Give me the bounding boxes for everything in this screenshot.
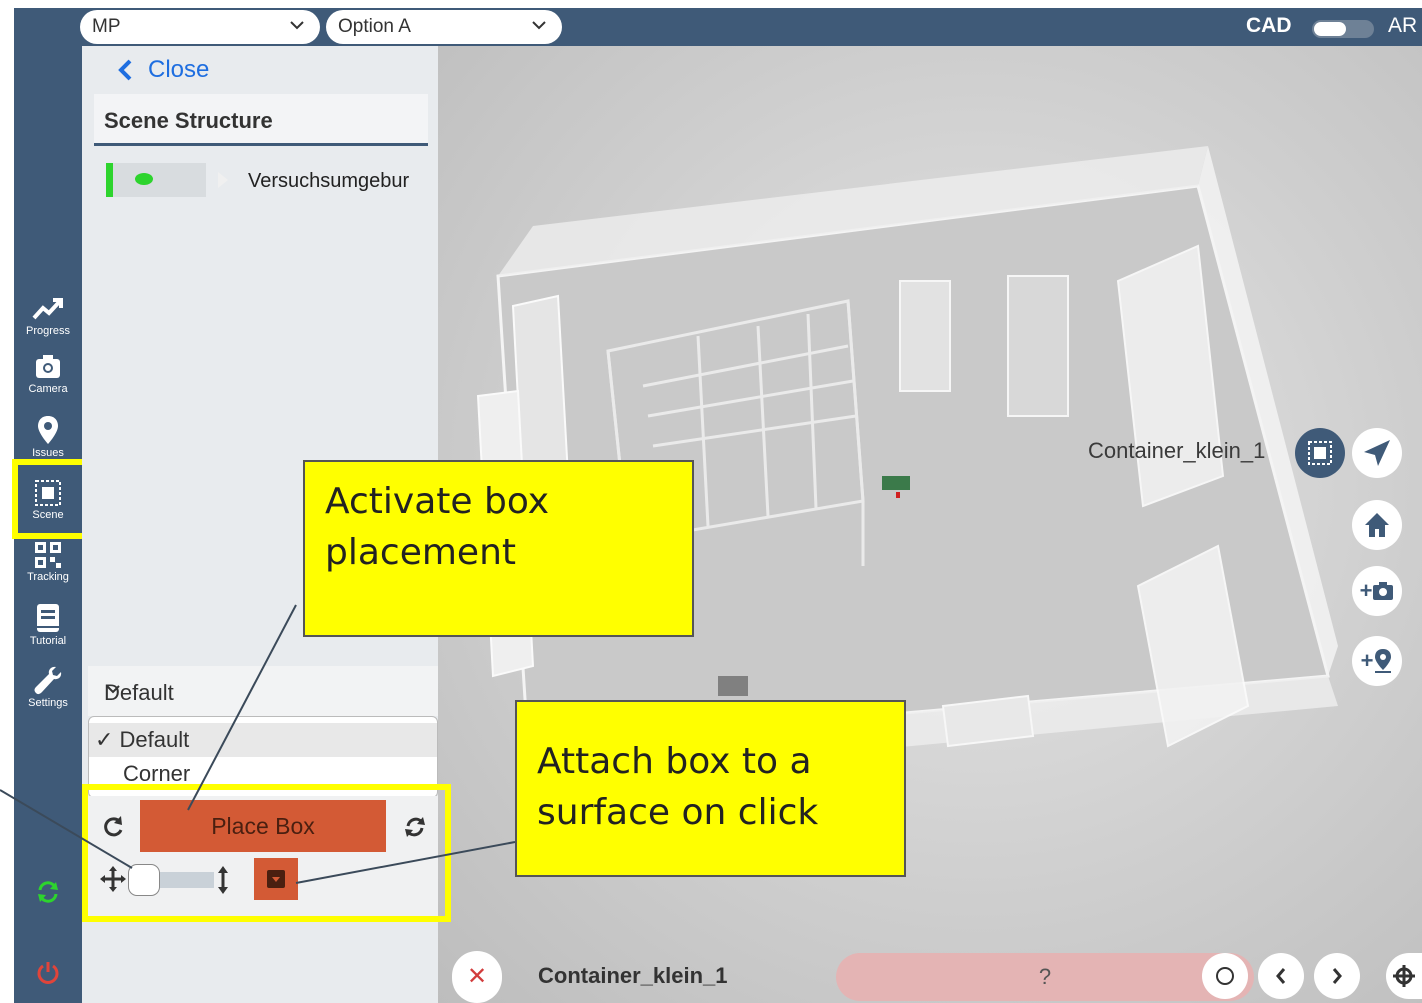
trend-up-icon xyxy=(32,298,63,320)
eye-icon xyxy=(135,173,153,185)
home-icon xyxy=(1365,513,1389,537)
chevron-right-icon xyxy=(1332,968,1342,984)
scene-box-icon xyxy=(1308,441,1332,465)
visibility-toggle[interactable] xyxy=(106,163,206,197)
previous-button[interactable] xyxy=(1258,953,1304,999)
circle-button[interactable] xyxy=(1202,953,1248,999)
scene-tree-item-label: Versuchsumgebur xyxy=(248,170,410,192)
chevron-left-icon xyxy=(1276,968,1286,984)
send-button[interactable] xyxy=(1352,428,1402,478)
close-icon: ✕ xyxy=(466,963,488,990)
model-select[interactable]: MP xyxy=(80,10,320,44)
wrench-icon xyxy=(34,666,62,695)
scene-object-button[interactable] xyxy=(1295,428,1345,478)
nav-label: Issues xyxy=(32,447,64,459)
home-button[interactable] xyxy=(1352,500,1402,550)
plus-label: + xyxy=(1359,578,1373,603)
panel-header: Scene Structure xyxy=(94,94,428,146)
map-pin-icon xyxy=(38,416,58,444)
box-controls-highlight-frame xyxy=(82,784,451,922)
plus-label: + xyxy=(1360,648,1374,673)
model-select-value: MP xyxy=(92,16,121,37)
close-label: Close xyxy=(148,56,210,83)
option-select[interactable]: Option A xyxy=(326,10,562,44)
scene-highlight-frame xyxy=(12,459,88,539)
circle-icon xyxy=(1216,967,1234,985)
chevron-down-icon xyxy=(288,16,306,39)
nav-label: Progress xyxy=(25,325,71,337)
paper-plane-icon xyxy=(1364,440,1390,466)
close-button[interactable]: Close xyxy=(116,56,209,84)
add-pin-button[interactable]: + xyxy=(1352,636,1402,686)
camera-icon xyxy=(36,355,60,378)
chevron-down-icon xyxy=(530,16,548,39)
nav-item-tracking[interactable]: Tracking xyxy=(14,540,82,583)
nav-label: Settings xyxy=(28,697,68,709)
bottom-bar: ✕ Container_klein_1 ? xyxy=(452,951,1422,1003)
book-icon xyxy=(37,604,59,632)
add-photo-button[interactable]: + xyxy=(1352,566,1402,616)
selected-object-name: Container_klein_1 xyxy=(538,963,728,988)
ar-mode-label: AR xyxy=(1388,14,1418,37)
callout-activate-box-placement: Activate box placement xyxy=(303,460,694,637)
locate-button[interactable] xyxy=(1386,953,1422,999)
placement-mode-select[interactable]: Default xyxy=(88,666,438,716)
cad-mode-label: CAD xyxy=(1246,14,1292,37)
map-pin-icon xyxy=(1375,649,1392,673)
callout-text-line: placement xyxy=(325,532,517,573)
callout-text-line: Activate box xyxy=(325,481,550,522)
chevron-down-icon xyxy=(104,680,422,703)
power-button[interactable] xyxy=(14,960,82,986)
app-screen: MP Option A CAD AR Progress Camera Issue… xyxy=(0,0,1422,1003)
sync-button[interactable] xyxy=(14,878,82,906)
scene-tree-item[interactable]: Versuchsumgebur xyxy=(106,163,426,199)
cad-ar-toggle[interactable] xyxy=(1312,20,1374,38)
nav-label: Tutorial xyxy=(29,635,67,647)
object-status-field[interactable]: ? xyxy=(836,953,1254,1001)
callout-text-line: Attach box to a xyxy=(537,741,812,782)
camera-icon xyxy=(1373,582,1394,600)
top-bar: MP Option A CAD AR xyxy=(14,8,1422,46)
chevron-left-icon xyxy=(118,59,132,81)
power-icon xyxy=(37,962,59,984)
qr-code-icon xyxy=(35,542,61,568)
expand-arrow-icon[interactable] xyxy=(218,172,228,188)
next-button[interactable] xyxy=(1314,953,1360,999)
sync-icon xyxy=(38,881,58,903)
nav-label: Tracking xyxy=(27,571,69,583)
nav-label: Camera xyxy=(28,383,68,395)
selected-object-label: Container_klein_1 xyxy=(1088,438,1266,463)
toggle-knob xyxy=(1314,22,1346,36)
nav-item-issues[interactable]: Issues xyxy=(14,414,82,459)
deselect-button[interactable]: ✕ xyxy=(452,951,502,1003)
callout-text-line: surface on click xyxy=(537,792,819,833)
nav-item-progress[interactable]: Progress xyxy=(14,294,82,337)
option-default[interactable]: ✓ Default xyxy=(89,723,437,757)
callout-attach-box-surface: Attach box to a surface on click xyxy=(515,700,906,877)
panel-title: Scene Structure xyxy=(104,108,273,133)
nav-item-camera[interactable]: Camera xyxy=(14,352,82,395)
nav-item-settings[interactable]: Settings xyxy=(14,664,82,709)
crosshair-icon xyxy=(1393,965,1415,987)
option-select-value: Option A xyxy=(338,16,411,37)
nav-item-tutorial[interactable]: Tutorial xyxy=(14,602,82,647)
